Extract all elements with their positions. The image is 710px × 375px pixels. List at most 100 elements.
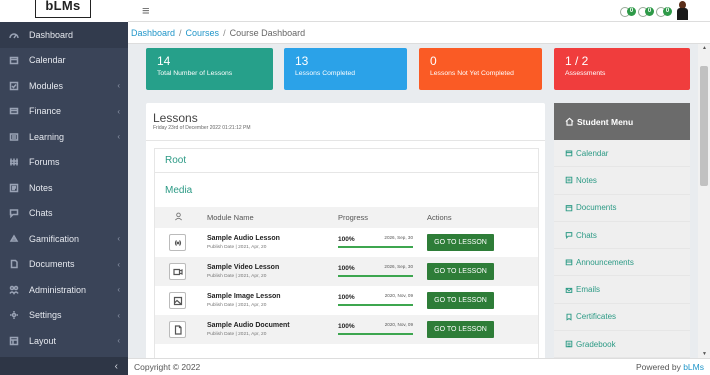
lesson-name[interactable]: Sample Audio Lesson (207, 235, 280, 242)
powered-by-brand[interactable]: bLMs (683, 362, 704, 372)
layout-icon (8, 335, 20, 347)
progress-bar (338, 333, 413, 335)
lesson-progress: 100% 2020, Nov, 09 (338, 292, 413, 306)
sidebar-item-label: Forums (29, 157, 60, 168)
hamburger-menu-icon[interactable]: ≡ (142, 3, 150, 18)
message-count: 0 (645, 6, 654, 16)
sidebar-item-layout[interactable]: Layout ‹ (0, 328, 128, 354)
breadcrumb-dashboard[interactable]: Dashboard (131, 28, 175, 38)
student-menu-label: Announcements (576, 257, 634, 267)
sidebar-item-forums[interactable]: Forums (0, 150, 128, 176)
notification-count: 0 (627, 6, 636, 16)
progress-date: 2026, Sep, 30 (384, 264, 413, 269)
announcements-icon (565, 259, 573, 266)
lessons-date: Friday 23rd of December 2022 01:21:12 PM (153, 125, 251, 131)
table-header: Module Name Progress Actions (155, 207, 538, 228)
finance-icon (8, 105, 20, 117)
sidebar-item-notes[interactable]: Notes (0, 175, 128, 201)
divider (146, 140, 545, 141)
student-menu-certificates[interactable]: Certificates (554, 304, 690, 332)
sidebar-item-dashboard[interactable]: Dashboard (0, 22, 128, 48)
breadcrumb-separator: / (179, 27, 182, 38)
avatar[interactable] (676, 1, 688, 20)
gradebook-icon (565, 340, 573, 348)
go-to-lesson-button[interactable]: GO TO LESSON (427, 234, 494, 251)
lesson-progress: 100% 2020, Nov, 09 (338, 321, 413, 335)
modules-icon (8, 80, 20, 92)
chevron-left-icon: ‹ (114, 360, 118, 372)
sidebar-item-label: Notes (29, 182, 53, 193)
column-actions: Actions (427, 213, 452, 222)
lesson-name[interactable]: Sample Audio Document (207, 322, 290, 329)
section-root[interactable]: Root (155, 149, 538, 173)
scrollbar-thumb[interactable] (700, 66, 708, 186)
lesson-name[interactable]: Sample Video Lesson (207, 264, 279, 271)
sidebar-item-finance[interactable]: Finance ‹ (0, 99, 128, 125)
dashboard-icon (8, 29, 20, 41)
chevron-icon: ‹ (117, 285, 120, 294)
stat-total-lessons: 14 Total Number of Lessons (146, 48, 273, 90)
lessons-title: Lessons (153, 111, 198, 125)
lesson-progress: 100% 2026, Sep, 30 (338, 234, 413, 248)
progress-bar (338, 304, 413, 306)
notification-icon[interactable]: 0 (620, 4, 636, 18)
forums-icon (8, 156, 20, 168)
certificates-icon (566, 313, 572, 321)
breadcrumb-courses[interactable]: Courses (186, 28, 220, 38)
section-media[interactable]: Media (155, 178, 538, 202)
lesson-name[interactable]: Sample Image Lesson (207, 293, 281, 300)
scroll-down-icon[interactable]: ▼ (702, 351, 707, 357)
table-row: Sample Audio Document Publish Date | 2021… (155, 315, 538, 344)
stat-label: Lessons Not Yet Completed (430, 70, 514, 77)
go-to-lesson-button[interactable]: GO TO LESSON (427, 263, 494, 280)
stat-assessments: 1 / 2 Assessments (554, 48, 690, 90)
stat-value: 14 (157, 54, 171, 68)
student-menu-calendar[interactable]: Calendar (554, 140, 690, 168)
student-menu-notes[interactable]: Notes (554, 167, 690, 195)
go-to-lesson-button[interactable]: GO TO LESSON (427, 321, 494, 338)
sidebar-item-modules[interactable]: Modules ‹ (0, 73, 128, 99)
student-menu-announcements[interactable]: Announcements (554, 249, 690, 277)
progress-bar (338, 275, 413, 277)
sidebar-collapse-button[interactable]: ‹ (0, 357, 128, 375)
stat-label: Assessments (565, 70, 606, 77)
progress-date: 2020, Nov, 09 (384, 293, 413, 298)
top-notification-icons: 0 0 0 (616, 1, 688, 20)
logo[interactable]: bLMs (35, 0, 91, 18)
sidebar-item-settings[interactable]: Settings ‹ (0, 303, 128, 329)
student-menu-gradebook[interactable]: Gradebook (554, 331, 690, 358)
chevron-icon: ‹ (117, 234, 120, 243)
go-to-lesson-button[interactable]: GO TO LESSON (427, 292, 494, 309)
alert-icon[interactable]: 0 (656, 4, 672, 18)
copyright-text: Copyright © 2022 (134, 362, 201, 372)
administration-icon (8, 284, 20, 296)
student-menu-label: Chats (576, 230, 597, 240)
user-icon (174, 212, 183, 223)
sidebar-item-chats[interactable]: Chats (0, 201, 128, 227)
sidebar-item-administration[interactable]: Administration ‹ (0, 277, 128, 303)
document-icon (169, 321, 186, 338)
table-row: Sample Audio Lesson Publish Date | 2021, … (155, 228, 538, 257)
home-icon (565, 117, 574, 126)
student-menu-label: Documents (576, 203, 617, 213)
chevron-icon: ‹ (117, 310, 120, 320)
column-progress: Progress (338, 213, 369, 222)
chats-icon (8, 207, 20, 219)
student-menu-emails[interactable]: Emails (554, 276, 690, 304)
sidebar-item-label: Modules (29, 80, 64, 91)
stat-value: 1 / 2 (565, 54, 589, 68)
sidebar-item-calendar[interactable]: Calendar (0, 48, 128, 74)
student-menu-title: Student Menu (577, 116, 634, 127)
student-menu-documents[interactable]: Documents (554, 195, 690, 222)
chevron-icon: ‹ (117, 106, 120, 116)
table-row: Sample Image Lesson Publish Date | 2021, … (155, 286, 538, 315)
sidebar-item-documents[interactable]: Documents ‹ (0, 252, 128, 278)
message-icon[interactable]: 0 (638, 4, 654, 18)
student-menu-chats[interactable]: Chats (554, 222, 690, 250)
page-scrollbar[interactable]: ▲ ▼ (698, 44, 710, 358)
sidebar-item-learning[interactable]: Learning ‹ (0, 124, 128, 150)
scroll-up-icon[interactable]: ▲ (702, 45, 707, 51)
progress-percent: 100% (338, 294, 355, 301)
sidebar-item-gamification[interactable]: Gamification ‹ (0, 226, 128, 252)
stat-label: Lessons Completed (295, 70, 356, 77)
